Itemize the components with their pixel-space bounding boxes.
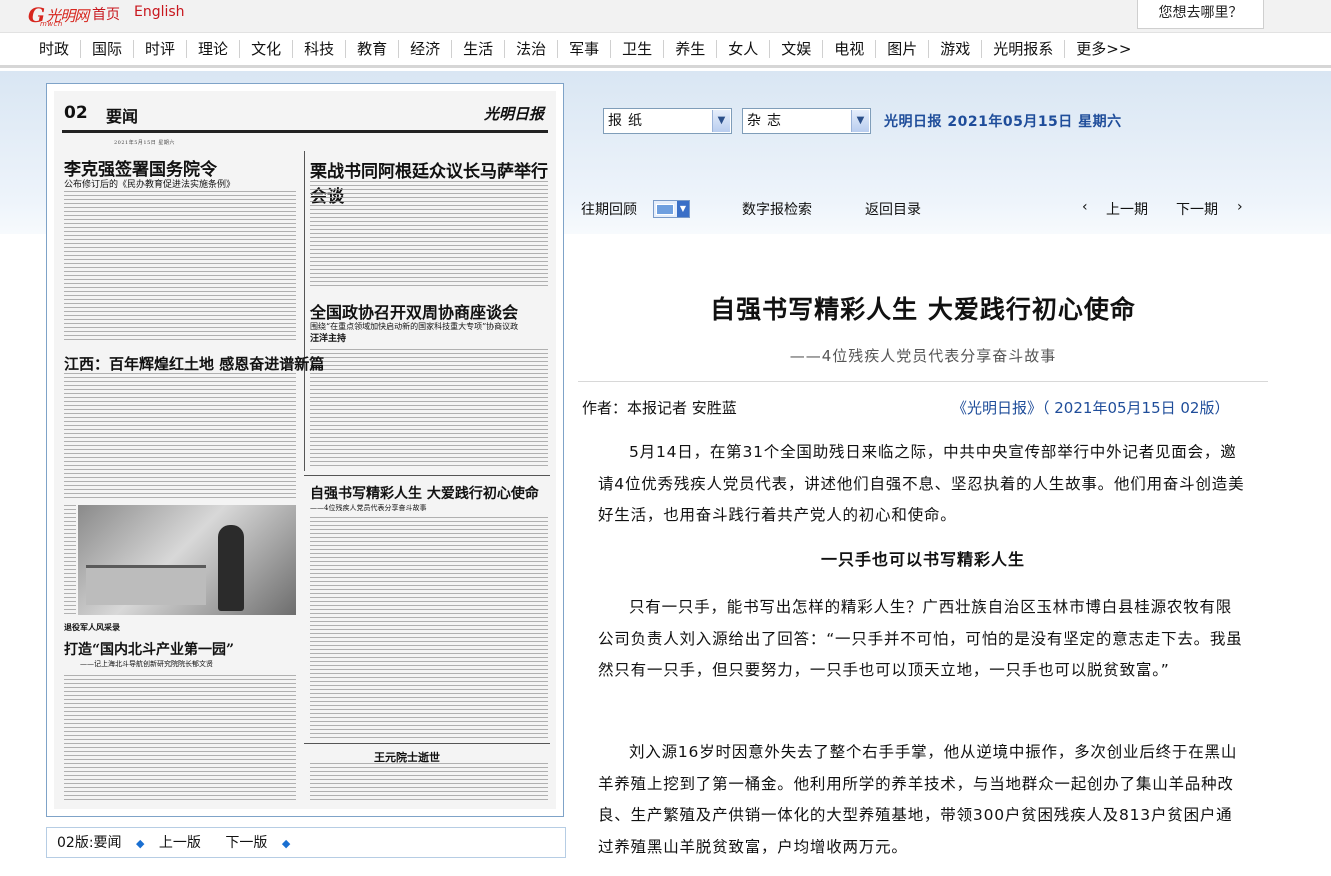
issue-info: 光明日报 2021年05月15日 星期六 xyxy=(884,114,1122,130)
nav-item[interactable]: 生活 xyxy=(452,40,506,58)
magazine-select-value: 杂志 xyxy=(747,113,787,129)
nav-item[interactable]: 电视 xyxy=(823,40,877,58)
photo-exhibit xyxy=(86,565,206,605)
nav-item[interactable]: 卫生 xyxy=(611,40,665,58)
headline-3-host: 汪洋主持 xyxy=(310,334,347,344)
article-source[interactable]: 《光明日报》（ 2021年05月15日 02版） xyxy=(952,397,1229,418)
article-byline: 作者：本报记者 安胜蓝 xyxy=(582,399,737,417)
article-text-block xyxy=(64,373,296,499)
home-link[interactable]: 首页 xyxy=(92,4,120,24)
newspaper-page-frame: 02 要闻 光明日报 2021年5月15日 星期六 李克强签署国务院令 公布修订… xyxy=(46,83,564,817)
article-text-block xyxy=(310,349,548,469)
nav-item[interactable]: 科技 xyxy=(293,40,347,58)
nav-item[interactable]: 光明报系 xyxy=(982,40,1066,58)
newspaper-page-image[interactable]: 02 要闻 光明日报 2021年5月15日 星期六 李克强签署国务院令 公布修订… xyxy=(54,91,556,809)
nav-item[interactable]: 理论 xyxy=(187,40,241,58)
headline-6-sub: ——记上海北斗导航创新研究院院长郁文贤 xyxy=(80,660,213,668)
english-link[interactable]: English xyxy=(134,4,185,24)
nav-item-more[interactable]: 更多>> xyxy=(1065,40,1142,58)
page-pager: 02版:要闻 ◆ 上一版 下一版 ◆ xyxy=(46,827,566,858)
headline-4[interactable]: 江西：百年辉煌红土地 感恩奋进谱新篇 xyxy=(64,353,324,374)
headline-3-sub: 围绕“在重点领域加快启动新的国家科技重大专项”协商议政 汪洋主持 xyxy=(310,321,542,345)
article-divider xyxy=(578,381,1268,382)
news-photo xyxy=(78,505,296,615)
nav-item[interactable]: 养生 xyxy=(664,40,718,58)
headline-1-sub: 公布修订后的《民办教育促进法实施条例》 xyxy=(64,180,236,190)
article-text-block xyxy=(64,191,296,341)
headline-6-tag: 退役军人风采录 xyxy=(64,622,120,632)
prev-issue-link[interactable]: 上一期 xyxy=(1106,199,1148,219)
prev-issue-arrow-icon[interactable]: ‹ xyxy=(1082,199,1088,215)
headline-6[interactable]: 打造“国内北斗产业第一园” xyxy=(64,639,234,659)
past-review-link[interactable]: 往期回顾 xyxy=(581,199,637,219)
nav-item[interactable]: 法治 xyxy=(505,40,559,58)
site-search-button[interactable]: 您想去哪里？ xyxy=(1137,0,1264,29)
calendar-icon xyxy=(656,204,674,215)
arrow-left-icon: ◆ xyxy=(135,837,145,850)
back-catalog-link[interactable]: 返回目录 xyxy=(865,199,921,219)
nav-item[interactable]: 教育 xyxy=(346,40,400,58)
article-subtitle: ——4位残疾人党员代表分享奋斗故事 xyxy=(789,347,1057,365)
article-text-block xyxy=(310,181,548,289)
nav-item[interactable]: 时评 xyxy=(134,40,188,58)
nav-item[interactable]: 游戏 xyxy=(929,40,983,58)
nav-item[interactable]: 国际 xyxy=(81,40,135,58)
magazine-select[interactable]: 杂志 ▼ xyxy=(742,108,871,134)
main-nav: 时政 国际 时评 理论 文化 科技 教育 经济 生活 法治 军事 卫生 养生 女… xyxy=(0,33,1331,68)
article-paragraph: 5月14日，在第31个全国助残日来临之际，中共中央宣传部举行中外记者见面会，邀请… xyxy=(598,443,1245,524)
next-issue-arrow-icon[interactable]: › xyxy=(1237,199,1243,215)
nav-item[interactable]: 经济 xyxy=(399,40,453,58)
column-rule xyxy=(304,475,550,476)
current-page-label: 02版:要闻 xyxy=(57,835,122,851)
nav-item[interactable]: 时政 xyxy=(28,40,82,58)
article-paragraph: 刘入源16岁时因意外失去了整个右手手掌，他从逆境中振作，多次创业后终于在黑山羊养… xyxy=(598,743,1238,856)
arrow-right-icon: ◆ xyxy=(281,837,291,850)
top-bar: G 光明网 mwcn 首页 English 您想去哪里？ xyxy=(0,0,1331,33)
site-logo[interactable]: G 光明网 mwcn xyxy=(28,3,89,28)
column-rule xyxy=(304,151,305,471)
article-text-block xyxy=(310,517,548,739)
headline-3[interactable]: 全国政协召开双周协商座谈会 xyxy=(310,299,518,323)
top-links: 首页 English xyxy=(92,4,185,24)
prev-page-label: 上一版 xyxy=(158,835,201,851)
headline-5[interactable]: 自强书写精彩人生 大爱践行初心使命 xyxy=(310,483,539,503)
page-name: 要闻 xyxy=(106,107,139,126)
next-issue-link[interactable]: 下一期 xyxy=(1176,199,1218,219)
paper-select-value: 报纸 xyxy=(608,113,648,129)
next-page-label: 下一版 xyxy=(225,835,268,851)
chevron-down-icon: ▼ xyxy=(712,110,730,132)
nav-item[interactable]: 文化 xyxy=(240,40,294,58)
logo-sub: mwcn xyxy=(40,20,63,28)
next-page-link[interactable]: 下一版 ◆ xyxy=(225,835,300,851)
page-number: 02 xyxy=(64,103,88,123)
article-text-block xyxy=(64,675,296,801)
article-section-heading: 一只手也可以书写精彩人生 xyxy=(820,550,1025,569)
photo-person xyxy=(218,525,244,611)
article-text-block xyxy=(310,763,548,803)
nav-item[interactable]: 图片 xyxy=(876,40,930,58)
nav-item[interactable]: 军事 xyxy=(558,40,612,58)
nav-item[interactable]: 女人 xyxy=(717,40,771,58)
digital-search-link[interactable]: 数字报检索 xyxy=(742,199,812,219)
headline-3-sub-line: 围绕“在重点领域加快启动新的国家科技重大专项”协商议政 xyxy=(310,322,519,331)
headline-5-sub: ——4位残疾人党员代表分享奋斗故事 xyxy=(310,504,427,512)
chevron-down-icon: ▼ xyxy=(677,201,689,217)
chevron-down-icon: ▼ xyxy=(851,110,869,132)
article-title: 自强书写精彩人生 大爱践行初心使命 xyxy=(710,295,1136,324)
nav-item[interactable]: 文娱 xyxy=(770,40,824,58)
prev-page-link[interactable]: ◆ 上一版 xyxy=(136,835,211,851)
paper-brand: 光明日报 xyxy=(483,105,544,123)
calendar-picker[interactable]: ▼ xyxy=(653,200,690,218)
column-rule xyxy=(304,743,550,744)
page-dateline: 2021年5月15日 星期六 xyxy=(114,140,175,146)
paper-select[interactable]: 报纸 ▼ xyxy=(603,108,732,134)
article-text-block xyxy=(64,505,76,615)
page-masthead: 02 要闻 光明日报 xyxy=(62,97,548,133)
article-paragraph: 只有一只手，能书写出怎样的精彩人生？广西壮族自治区玉林市博白县桂源农牧有限公司负… xyxy=(598,598,1243,679)
